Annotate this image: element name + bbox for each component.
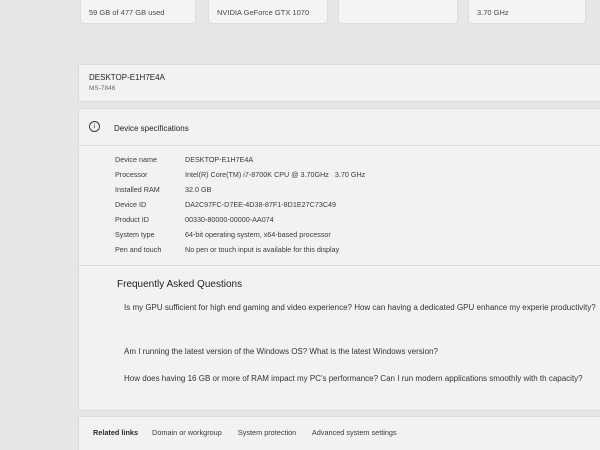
- faq-question-windows-version[interactable]: Am I running the latest version of the W…: [124, 346, 600, 358]
- device-header-card[interactable]: DESKTOP-E1H7E4A MS-7846: [78, 64, 600, 102]
- info-icon: i: [89, 121, 100, 132]
- device-specifications-card: i Device specifications Device name DESK…: [78, 108, 600, 266]
- device-model-text: MS-7846: [89, 85, 116, 92]
- spec-label: Product ID: [115, 215, 149, 224]
- spec-label: Installed RAM: [115, 185, 160, 194]
- spec-label: System type: [115, 230, 155, 239]
- related-links-row: Related links Domain or workgroup System…: [93, 428, 411, 437]
- graphics-tile[interactable]: NVIDIA GeForce GTX 1070: [208, 0, 328, 24]
- storage-tile[interactable]: 59 GB of 477 GB used: [80, 0, 196, 24]
- related-links-label: Related links: [93, 428, 139, 437]
- spec-value: Intel(R) Core(TM) i7-8700K CPU @ 3.70GHz…: [185, 170, 366, 179]
- device-specifications-title: Device specifications: [114, 124, 189, 133]
- spec-label: Device ID: [115, 200, 147, 209]
- device-specifications-header[interactable]: i Device specifications: [79, 109, 600, 146]
- system-protection-link[interactable]: System protection: [238, 428, 296, 437]
- processor-speed-tile-text: 3.70 GHz: [477, 8, 509, 17]
- spec-value: 32.0 GB: [185, 185, 212, 194]
- spec-value: DESKTOP-E1H7E4A: [185, 155, 254, 164]
- spec-label: Pen and touch: [115, 245, 162, 254]
- faq-question-gpu[interactable]: Is my GPU sufficient for high end gaming…: [124, 302, 600, 314]
- advanced-system-settings-link[interactable]: Advanced system settings: [312, 428, 397, 437]
- spec-value: No pen or touch input is available for t…: [185, 245, 340, 254]
- spec-label: Device name: [115, 155, 157, 164]
- processor-speed-tile[interactable]: 3.70 GHz: [468, 0, 586, 24]
- domain-or-workgroup-link[interactable]: Domain or workgroup: [152, 428, 222, 437]
- device-name-heading: DESKTOP-E1H7E4A: [89, 73, 165, 82]
- faq-question-ram[interactable]: How does having 16 GB or more of RAM imp…: [124, 373, 600, 385]
- spec-label: Processor: [115, 170, 148, 179]
- faq-title: Frequently Asked Questions: [117, 279, 243, 290]
- spec-value: 64-bit operating system, x64-based proce…: [185, 230, 331, 239]
- graphics-tile-text: NVIDIA GeForce GTX 1070: [217, 8, 310, 17]
- blank-tile[interactable]: [338, 0, 458, 24]
- storage-tile-text: 59 GB of 477 GB used: [89, 8, 165, 17]
- spec-value: DA2C97FC-D7EE-4D38-87F1-8D1E27C73C49: [185, 200, 337, 209]
- spec-value: 00330-80000-00000-AA074: [185, 215, 274, 224]
- related-links-bar: Related links Domain or workgroup System…: [78, 416, 600, 450]
- faq-card: Frequently Asked Questions Is my GPU suf…: [78, 266, 600, 411]
